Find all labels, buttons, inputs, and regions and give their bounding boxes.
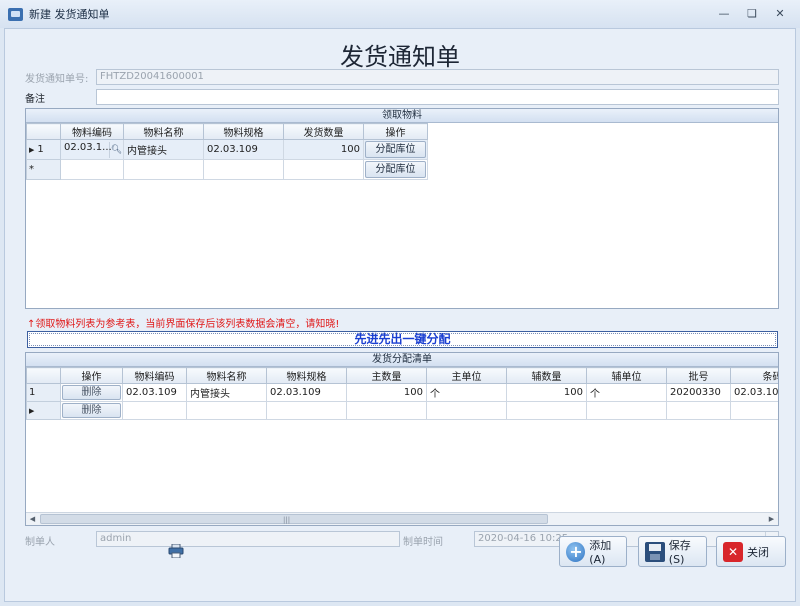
material-name-cell[interactable]: 内管接头 bbox=[186, 383, 267, 402]
close-window-icon[interactable]: ✕ bbox=[770, 5, 790, 22]
save-button-label: 保存(S) bbox=[668, 539, 691, 566]
close-button-label: 关闭 bbox=[747, 545, 769, 559]
window-controls: — ❏ ✕ bbox=[714, 5, 790, 22]
main-unit-cell[interactable] bbox=[426, 401, 507, 420]
allocation-panel-caption: 发货分配清单 bbox=[26, 353, 778, 367]
maker-label: 制单人 bbox=[25, 537, 55, 548]
material-code-cell[interactable] bbox=[60, 159, 124, 180]
horizontal-scrollbar[interactable]: ◀ ||| ▶ bbox=[26, 512, 778, 525]
minimize-icon[interactable]: — bbox=[714, 5, 734, 22]
col-aux-unit[interactable]: 辅单位 bbox=[586, 367, 667, 384]
scroll-left-icon[interactable]: ◀ bbox=[26, 513, 39, 525]
new-row-indicator: ▶ bbox=[26, 401, 61, 420]
col-aux-qty[interactable]: 辅数量 bbox=[506, 367, 587, 384]
material-spec-cell[interactable]: 02.03.109 bbox=[266, 383, 347, 402]
barcode-cell[interactable]: 02.03.109 bbox=[730, 383, 778, 402]
col-material-code[interactable]: 物料编码 bbox=[122, 367, 187, 384]
ship-qty-cell[interactable] bbox=[283, 159, 364, 180]
row-indicator[interactable]: ▶ 1 bbox=[26, 139, 61, 160]
close-icon bbox=[723, 541, 743, 562]
action-cell: 删除 bbox=[60, 401, 123, 420]
new-row-indicator: * bbox=[26, 159, 61, 180]
material-spec-cell[interactable] bbox=[266, 401, 347, 420]
material-name-cell[interactable]: 内管接头 bbox=[123, 139, 204, 160]
ship-qty-cell[interactable]: 100 bbox=[283, 139, 364, 160]
aux-unit-cell[interactable]: 个 bbox=[586, 383, 667, 402]
col-material-name[interactable]: 物料名称 bbox=[186, 367, 267, 384]
scroll-thumb[interactable]: ||| bbox=[40, 514, 548, 524]
allocation-panel: 发货分配清单 操作 物料编码 物料名称 物料规格 主数量 主单位 辅数量 辅单位… bbox=[25, 352, 779, 526]
title-bar: 新建 发货通知单 — ❏ ✕ bbox=[0, 0, 800, 28]
aux-qty-cell[interactable] bbox=[506, 401, 587, 420]
scroll-right-icon[interactable]: ▶ bbox=[765, 513, 778, 525]
table-row[interactable]: ▶ 1 🔍︎ 02.03.1... 内管接头 02.03.109 100 分配库位 bbox=[26, 139, 428, 160]
new-row[interactable]: ▶ 删除 bbox=[26, 401, 778, 420]
save-button[interactable]: 保存(S) bbox=[638, 536, 707, 567]
col-batch-no[interactable]: 批号 bbox=[666, 367, 731, 384]
add-button-label: 添加(A) bbox=[589, 539, 612, 566]
row-indicator-header bbox=[26, 367, 61, 384]
make-time-label: 制单时间 bbox=[403, 537, 443, 548]
remark-label: 备注 bbox=[25, 94, 45, 105]
material-panel-caption: 领取物料 bbox=[26, 109, 778, 123]
main-unit-cell[interactable]: 个 bbox=[426, 383, 507, 402]
grip-icon: ||| bbox=[283, 516, 291, 524]
assign-location-button[interactable]: 分配库位 bbox=[365, 141, 426, 158]
remark-field[interactable] bbox=[96, 89, 779, 105]
col-ship-qty[interactable]: 发货数量 bbox=[283, 123, 364, 140]
delete-button[interactable]: 删除 bbox=[62, 385, 121, 400]
assign-location-button[interactable]: 分配库位 bbox=[365, 161, 426, 178]
batch-no-cell[interactable]: 20200330 bbox=[666, 383, 731, 402]
allocation-grid: 操作 物料编码 物料名称 物料规格 主数量 主单位 辅数量 辅单位 批号 条码 … bbox=[26, 367, 778, 420]
col-main-qty[interactable]: 主数量 bbox=[346, 367, 427, 384]
col-material-name[interactable]: 物料名称 bbox=[123, 123, 204, 140]
batch-no-cell[interactable] bbox=[666, 401, 731, 420]
material-code-cell[interactable]: 02.03.109 bbox=[122, 383, 187, 402]
row-indicator[interactable]: 1 bbox=[26, 383, 61, 402]
aux-qty-cell[interactable]: 100 bbox=[506, 383, 587, 402]
delete-button[interactable]: 删除 bbox=[62, 403, 121, 418]
aux-unit-cell[interactable] bbox=[586, 401, 667, 420]
material-grid: 物料编码 物料名称 物料规格 发货数量 操作 ▶ 1 🔍︎ 02.03.1... 内… bbox=[26, 123, 428, 180]
app-icon bbox=[8, 7, 23, 21]
action-cell: 分配库位 bbox=[363, 159, 428, 180]
material-name-cell[interactable] bbox=[123, 159, 204, 180]
printer-icon[interactable] bbox=[168, 544, 184, 558]
material-spec-cell[interactable] bbox=[203, 159, 284, 180]
fifo-allocate-button[interactable]: 先进先出一键分配 bbox=[27, 331, 778, 348]
col-action: 操作 bbox=[363, 123, 428, 140]
add-button[interactable]: 添加(A) bbox=[559, 536, 627, 567]
col-material-spec[interactable]: 物料规格 bbox=[203, 123, 284, 140]
col-material-spec[interactable]: 物料规格 bbox=[266, 367, 347, 384]
row-indicator-header bbox=[26, 123, 61, 140]
action-cell: 分配库位 bbox=[363, 139, 428, 160]
notice-no-field[interactable]: FHTZD20041600001 bbox=[96, 69, 779, 85]
new-row[interactable]: * 分配库位 bbox=[26, 159, 428, 180]
material-panel: 领取物料 物料编码 物料名称 物料规格 发货数量 操作 ▶ 1 🔍︎ 02.03.1… bbox=[25, 108, 779, 309]
form-body: 发货通知单 发货通知单号: FHTZD20041600001 备注 领取物料 物… bbox=[4, 28, 796, 602]
close-button[interactable]: 关闭 bbox=[716, 536, 786, 567]
col-barcode[interactable]: 条码 bbox=[730, 367, 778, 384]
col-main-unit[interactable]: 主单位 bbox=[426, 367, 507, 384]
add-icon bbox=[566, 541, 586, 562]
main-qty-cell[interactable]: 100 bbox=[346, 383, 427, 402]
table-row[interactable]: 1 删除 02.03.109 内管接头 02.03.109 100 个 100 … bbox=[26, 383, 778, 402]
material-name-cell[interactable] bbox=[186, 401, 267, 420]
barcode-cell[interactable] bbox=[730, 401, 778, 420]
restore-icon[interactable]: ❏ bbox=[742, 5, 762, 22]
action-cell: 删除 bbox=[60, 383, 123, 402]
col-action: 操作 bbox=[60, 367, 123, 384]
maker-field[interactable]: admin bbox=[96, 531, 400, 547]
window-title: 新建 发货通知单 bbox=[29, 8, 110, 21]
warning-text: ↑领取物料列表为参考表，当前界面保存后该列表数据会清空，请知晓! bbox=[27, 319, 340, 330]
col-material-code[interactable]: 物料编码 bbox=[60, 123, 124, 140]
material-code-cell[interactable]: 🔍︎ 02.03.1... bbox=[60, 139, 124, 160]
main-qty-cell[interactable] bbox=[346, 401, 427, 420]
save-icon bbox=[645, 541, 665, 562]
material-code-cell[interactable] bbox=[122, 401, 187, 420]
notice-no-label: 发货通知单号: bbox=[25, 74, 89, 85]
material-spec-cell[interactable]: 02.03.109 bbox=[203, 139, 284, 160]
document-title: 发货通知单 bbox=[340, 43, 460, 71]
